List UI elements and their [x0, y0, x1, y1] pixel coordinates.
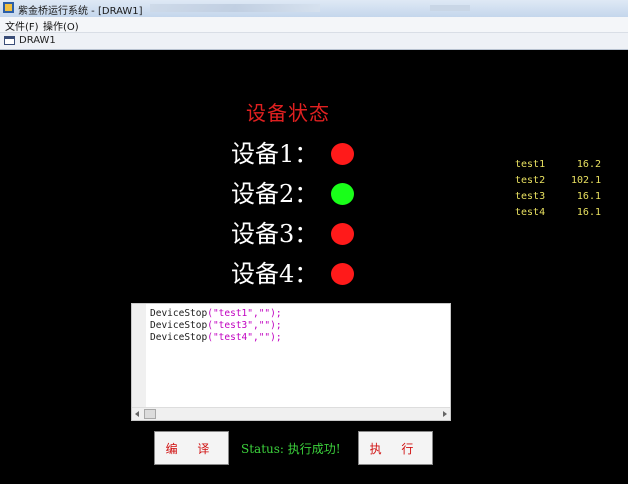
tag-value: 102.1 — [571, 175, 602, 186]
window-title-bar: 紫金桥运行系统 - [DRAW1] — [0, 0, 628, 18]
title-redacted-area-2 — [430, 5, 470, 11]
code-argument: "test4","" — [212, 332, 271, 343]
script-code[interactable]: DeviceStop("test1",""); DeviceStop("test3… — [150, 308, 282, 344]
device-status-title: 设备状态 — [246, 101, 330, 125]
tag-name: test4 — [515, 207, 546, 218]
device-status-indicator-3 — [331, 223, 354, 245]
tag-name: test3 — [515, 191, 546, 202]
tag-value: 16.1 — [576, 207, 601, 218]
device-status-indicator-1 — [331, 143, 354, 165]
window-title: 紫金桥运行系统 - [DRAW1] — [18, 6, 143, 17]
title-redacted-area — [150, 4, 320, 12]
horizontal-scrollbar[interactable] — [132, 407, 450, 420]
code-line: DeviceStop("test4",""); — [150, 332, 282, 344]
execute-button[interactable]: 执 行 — [358, 431, 433, 465]
draw-canvas: 设备状态 设备1： 设备2： 设备3： 设备4： test1 16.2 test2 102.… — [3, 50, 625, 484]
device-label-2: 设备2： — [231, 180, 319, 208]
document-tab-strip: DRAW1 — [0, 33, 628, 50]
editor-gutter — [132, 304, 146, 408]
device-label-3: 设备3： — [231, 220, 319, 248]
menu-bar: 文件(F) 操作(O) — [0, 17, 628, 33]
tag-name: test1 — [515, 159, 546, 170]
code-line: DeviceStop("test1",""); — [150, 308, 282, 320]
scroll-thumb[interactable] — [144, 409, 156, 419]
code-line: DeviceStop("test3",""); — [150, 320, 282, 332]
menu-operation[interactable]: 操作(O) — [43, 18, 79, 33]
document-tab-label[interactable]: DRAW1 — [19, 35, 56, 46]
tag-name: test2 — [515, 175, 546, 186]
code-function: DeviceStop — [150, 320, 208, 331]
code-tail: ); — [270, 320, 282, 331]
device-label-4: 设备4： — [231, 260, 319, 288]
app-icon — [3, 2, 14, 13]
tag-value: 16.1 — [576, 191, 601, 202]
scroll-left-icon[interactable] — [135, 411, 139, 417]
code-argument: "test1","" — [212, 308, 271, 319]
code-tail: ); — [270, 332, 282, 343]
code-argument: "test3","" — [212, 320, 271, 331]
code-function: DeviceStop — [150, 332, 208, 343]
device-label-1: 设备1： — [231, 140, 319, 168]
scroll-right-icon[interactable] — [443, 411, 447, 417]
code-function: DeviceStop — [150, 308, 208, 319]
document-icon — [4, 36, 15, 45]
device-status-indicator-4 — [331, 263, 354, 285]
device-status-indicator-2 — [331, 183, 354, 205]
compile-button[interactable]: 编 译 — [154, 431, 229, 465]
code-tail: ); — [270, 308, 282, 319]
script-editor[interactable]: DeviceStop("test1",""); DeviceStop("test3… — [131, 303, 451, 421]
tag-value: 16.2 — [576, 159, 601, 170]
menu-file[interactable]: 文件(F) — [5, 18, 39, 33]
status-text: Status: 执行成功! — [241, 442, 341, 456]
